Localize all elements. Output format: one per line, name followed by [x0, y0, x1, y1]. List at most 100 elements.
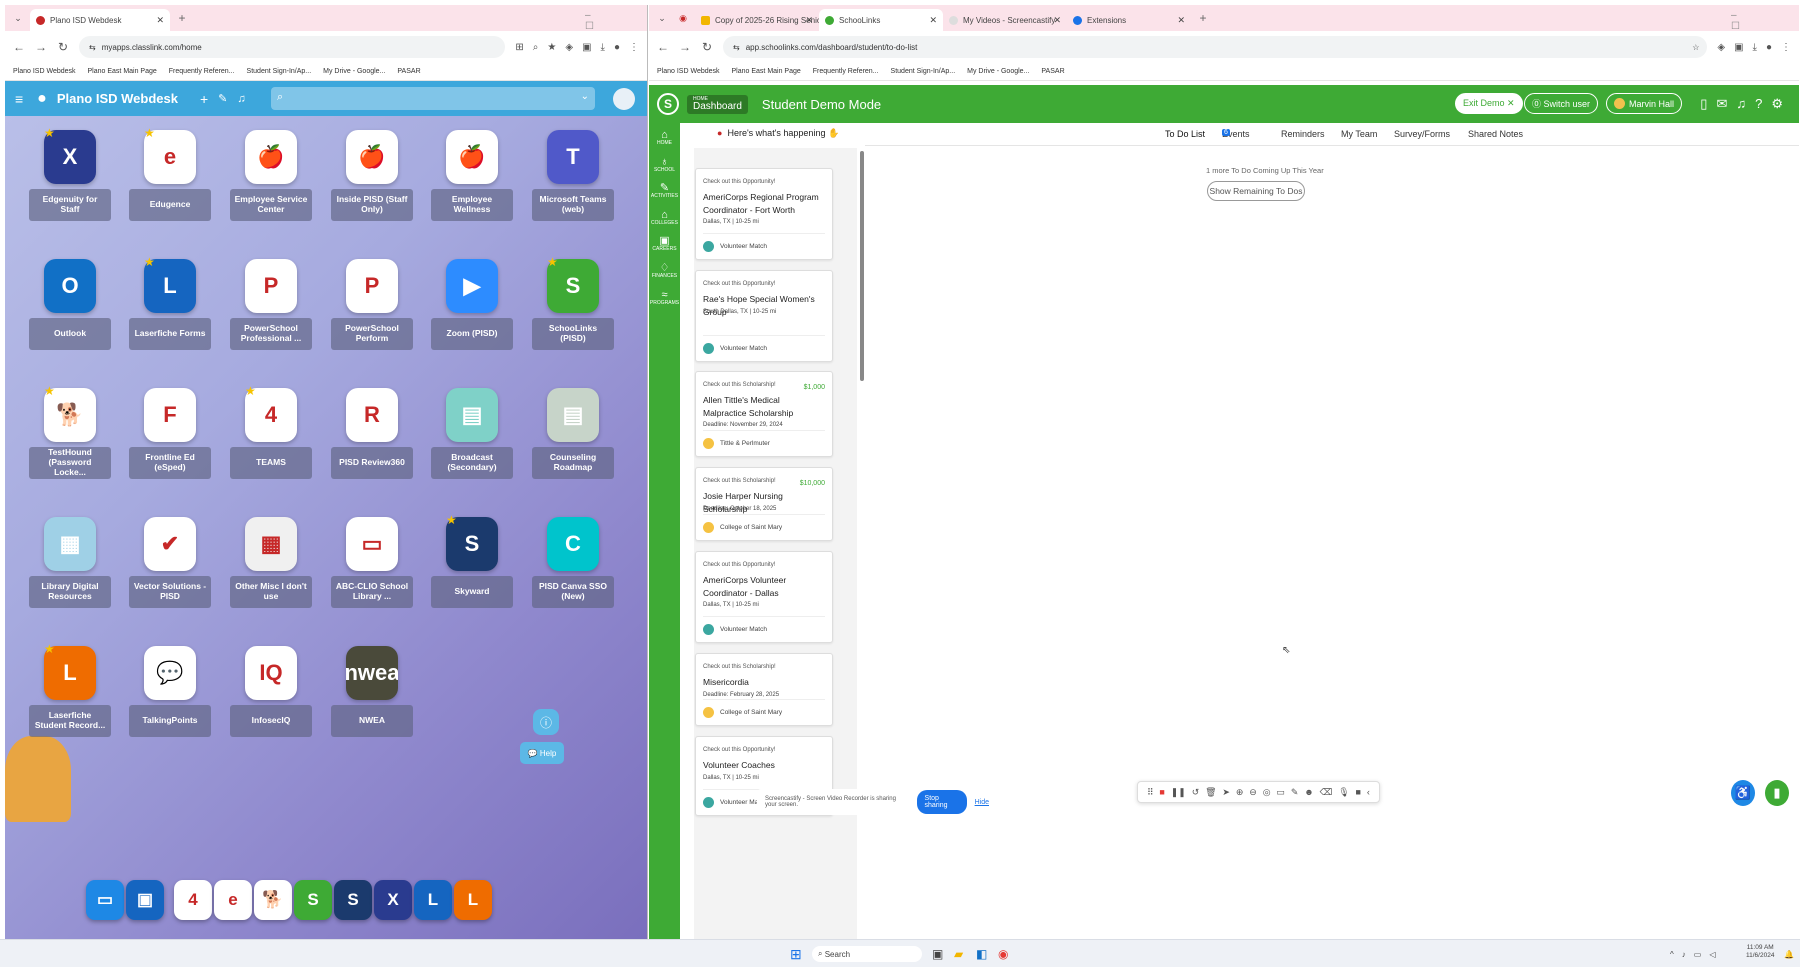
clock[interactable]: 11:09 AM 11/6/2024	[1746, 944, 1774, 964]
extension-icon[interactable]: ◈	[565, 42, 573, 53]
bookmark-star-icon[interactable]: ☆	[1692, 43, 1699, 52]
feed-card[interactable]: Check out this Opportunity! Rae's Hope Sp…	[695, 270, 833, 362]
show-remaining-button[interactable]: Show Remaining To Dos	[1207, 181, 1305, 201]
app-tile[interactable]: 💬 TalkingPoints	[128, 646, 212, 754]
edit-icon[interactable]: ✎	[218, 92, 227, 105]
delete-icon[interactable]: 🗑	[1205, 787, 1216, 798]
dashboard-button[interactable]: HOME Dashboard	[687, 94, 748, 114]
translate-icon[interactable]: ⊞	[515, 42, 523, 53]
screen-dock-icon[interactable]: ▣	[126, 880, 164, 920]
sidebar-item-activities[interactable]: ✎ ACTIVITIES	[651, 182, 678, 200]
bookmark-item[interactable]: My Drive - Google...	[967, 68, 1029, 75]
bookmark-item[interactable]: Plano East Main Page	[732, 68, 801, 75]
profile-icon[interactable]: ●	[614, 42, 620, 53]
laserfiche-dock-icon[interactable]: L	[414, 880, 452, 920]
bookmark-item[interactable]: Plano East Main Page	[88, 68, 157, 75]
files-dock-icon[interactable]: ▭	[86, 880, 124, 920]
edgenuity-dock-icon[interactable]: X	[374, 880, 412, 920]
new-tab-icon[interactable]: +	[1195, 11, 1211, 27]
app-tile[interactable]: ▦ Library Digital Resources	[28, 517, 112, 625]
bell-icon[interactable]: ♫	[1736, 96, 1746, 112]
edugence-dock-icon[interactable]: e	[214, 880, 252, 920]
extension-icon[interactable]: ◈	[1717, 42, 1725, 53]
close-tab-icon[interactable]: ✕	[929, 15, 937, 26]
bookmark-star-icon[interactable]: ★	[547, 42, 556, 53]
skyward-dock-icon[interactable]: S	[334, 880, 372, 920]
schoolinks-dock-icon[interactable]: S	[294, 880, 332, 920]
bookmark-item[interactable]: My Drive - Google...	[323, 68, 385, 75]
sidebar-item-finances[interactable]: ♢ FINANCES	[652, 262, 677, 280]
app-tile[interactable]: ▦ Other Misc I don't use	[229, 517, 313, 625]
app-tile[interactable]: e ★ Edugence	[128, 126, 212, 238]
zoom-in-icon[interactable]: ⊕	[1236, 787, 1244, 798]
sidebar-item-school[interactable]: ♁ SCHOOL	[654, 156, 675, 174]
download-icon[interactable]: ⤓	[601, 42, 605, 53]
mail-icon[interactable]: ✉	[1716, 96, 1727, 112]
rectangle-icon[interactable]: ▭	[1276, 787, 1285, 798]
accessibility-icon[interactable]: ♿	[1731, 780, 1755, 806]
bell-icon[interactable]: ♫	[237, 93, 245, 105]
app-tile[interactable]: F Frontline Ed (eSped)	[128, 388, 212, 496]
app-tile[interactable]: L ★ Laserfiche Forms	[128, 255, 212, 367]
back-icon[interactable]: ←	[13, 40, 25, 54]
feed-scrollbar[interactable]	[860, 151, 864, 381]
file-explorer-icon[interactable]: ▰	[954, 946, 963, 962]
app-tile[interactable]: ✔ Vector Solutions - PISD	[128, 517, 212, 625]
zoom-icon[interactable]: ⌕	[533, 42, 539, 53]
app-tile[interactable]: C PISD Canva SSO (New)	[531, 517, 615, 625]
feed-card[interactable]: Check out this Scholarship! Misericordia D…	[695, 653, 833, 726]
outlook-taskbar-icon[interactable]: ◧	[976, 946, 987, 962]
reload-icon[interactable]: ↻	[701, 40, 713, 54]
zoom-out-icon[interactable]: ⊖	[1249, 787, 1257, 798]
record-icon[interactable]: ◉	[674, 9, 692, 27]
profile-icon[interactable]: ●	[1766, 42, 1772, 53]
app-search-input[interactable]: ⌕ ⌄	[271, 87, 595, 110]
hide-button[interactable]: Hide	[975, 799, 989, 806]
tab-extensions[interactable]: Extensions ✕	[1067, 9, 1191, 31]
menu-dots-icon[interactable]: ⋮	[1781, 42, 1791, 53]
document-icon[interactable]: ▯	[1700, 96, 1707, 112]
feed-card[interactable]: Check out this Opportunity! AmeriCorps Vo…	[695, 551, 833, 643]
drag-handle-icon[interactable]: ⠿	[1147, 787, 1154, 798]
puzzle-icon[interactable]: ▣	[1734, 42, 1743, 53]
stop-record-icon[interactable]: ■	[1159, 787, 1164, 797]
system-tray[interactable]: ^ ♪ ▭ ◁	[1670, 946, 1715, 962]
close-tab-icon[interactable]: ✕	[805, 15, 813, 26]
task-view-icon[interactable]: ▣	[932, 946, 943, 962]
switch-user-button[interactable]: ⓪ Switch user	[1524, 93, 1599, 114]
feed-card[interactable]: Check out this Opportunity! AmeriCorps Re…	[695, 168, 833, 260]
download-icon[interactable]: ⤓	[1753, 42, 1757, 53]
right-url-field[interactable]: ⇆ app.schoolinks.com/dashboard/student/t…	[723, 36, 1708, 58]
app-tile[interactable]: ▭ ABC-CLIO School Library ...	[330, 517, 414, 625]
settings-icon[interactable]: ⚙	[1771, 96, 1783, 112]
puzzle-icon[interactable]: ▣	[582, 42, 591, 53]
add-app-icon[interactable]: +	[200, 91, 208, 107]
tab-search-icon[interactable]: ⌄	[9, 9, 27, 27]
bookmark-item[interactable]: Plano ISD Webdesk	[657, 68, 720, 75]
tab-schoolinks[interactable]: SchooLinks ✕	[819, 9, 943, 31]
help-button[interactable]: 💬 Help	[520, 742, 564, 764]
testhound-dock-icon[interactable]: 🐕	[254, 880, 292, 920]
app-tile[interactable]: IQ InfosecIQ	[229, 646, 313, 754]
back-icon[interactable]: ←	[657, 40, 669, 54]
pointer-icon[interactable]: ➤	[1222, 787, 1230, 798]
app-tile[interactable]: ▶ Zoom (PISD)	[430, 259, 514, 367]
site-info-icon[interactable]: ⇆	[733, 43, 740, 52]
menu-dots-icon[interactable]: ⋮	[629, 42, 639, 53]
feed-card[interactable]: Check out this Scholarship! $1,000 Allen T…	[695, 371, 833, 457]
app-tile[interactable]: X ★ Edgenuity for Staff	[28, 126, 112, 238]
tab-plano-webdesk[interactable]: Plano ISD Webdesk ✕	[30, 9, 170, 31]
chrome-taskbar-icon[interactable]: ◉	[998, 946, 1008, 962]
restart-icon[interactable]: ↺	[1192, 787, 1200, 798]
avatar[interactable]	[613, 88, 635, 110]
feed-card[interactable]: Check out this Scholarship! $10,000 Josie …	[695, 467, 833, 541]
new-tab-icon[interactable]: +	[174, 11, 190, 27]
close-tab-icon[interactable]: ✕	[1053, 15, 1061, 26]
sidebar-item-home[interactable]: ⌂ HOME	[657, 129, 672, 147]
app-tile[interactable]: T Microsoft Teams (web)	[531, 130, 615, 238]
face-icon[interactable]: ☻	[1304, 787, 1313, 797]
app-tile[interactable]: nwea NWEA	[330, 646, 414, 754]
app-tile[interactable]: S ★ Skyward	[430, 513, 514, 625]
eraser-icon[interactable]: ⌫	[1320, 787, 1333, 798]
taskbar-search[interactable]: ⌕ Search	[812, 946, 922, 962]
